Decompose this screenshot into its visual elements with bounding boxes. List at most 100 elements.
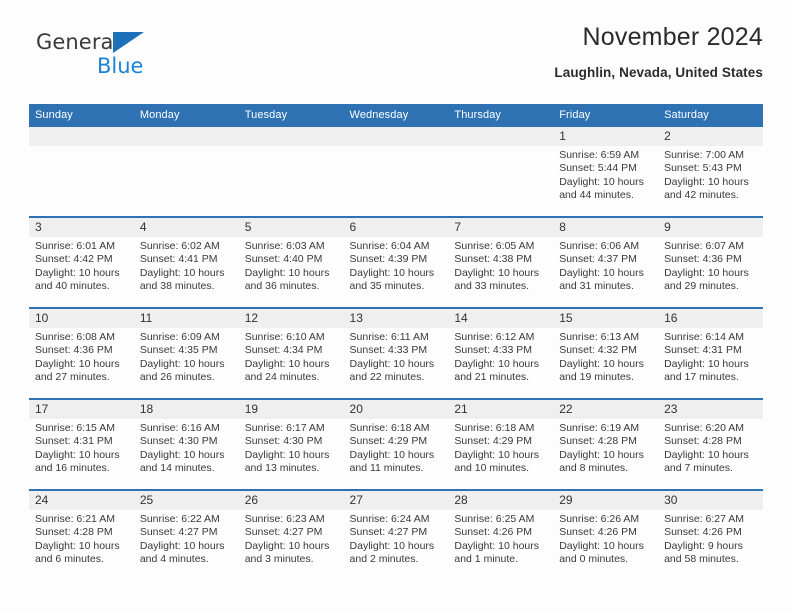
sunrise-text: Sunrise: 6:09 AM (139, 331, 220, 343)
sunrise-text: Sunrise: 6:04 AM (349, 240, 430, 252)
sunrise-text: Sunrise: 6:22 AM (139, 513, 220, 525)
sunset-text: Sunset: 4:26 PM (559, 526, 637, 539)
weekday-header-friday: Friday (553, 104, 659, 127)
calendar-day-cell[interactable]: 11 Sunrise: 6:09 AM Sunset: 4:35 PM Dayligh… (133, 307, 239, 399)
sunset-text: Sunset: 4:36 PM (35, 344, 113, 357)
daylight-text: Daylight: 10 hours and 24 minutes. (244, 357, 330, 384)
calendar-day-cell[interactable]: 28 Sunrise: 6:25 AM Sunset: 4:26 PM Dayligh… (448, 489, 554, 580)
calendar-day-cell[interactable]: 14 Sunrise: 6:12 AM Sunset: 4:33 PM Dayligh… (448, 307, 554, 399)
calendar-day-cell[interactable]: 10 Sunrise: 6:08 AM Sunset: 4:36 PM Dayligh… (29, 307, 134, 399)
sunset-text: Sunset: 4:28 PM (664, 435, 742, 448)
sunset-text: Sunset: 4:37 PM (559, 253, 637, 266)
general-blue-logo[interactable]: General Blue (36, 30, 216, 86)
sunset-text: Sunset: 4:42 PM (35, 253, 113, 266)
day-number: 27 (343, 491, 449, 510)
sunrise-text: Sunrise: 6:05 AM (454, 240, 535, 252)
day-cell-content: 14 Sunrise: 6:12 AM Sunset: 4:33 PM Dayligh… (448, 309, 554, 398)
calendar-day-cell[interactable]: 29 Sunrise: 6:26 AM Sunset: 4:26 PM Dayligh… (553, 489, 659, 580)
calendar-day-cell[interactable]: 5 Sunrise: 6:03 AM Sunset: 4:40 PM Daylight… (238, 216, 344, 308)
day-cell-content: 4 Sunrise: 6:02 AM Sunset: 4:41 PM Daylight… (133, 218, 239, 307)
sunrise-text: Sunrise: 6:19 AM (559, 422, 640, 434)
sun-times: Sunrise: 6:13 AM Sunset: 4:32 PM Daylight:… (553, 328, 658, 385)
calendar-day-cell[interactable]: 25 Sunrise: 6:22 AM Sunset: 4:27 PM Dayligh… (133, 489, 239, 580)
sunrise-text: Sunrise: 6:02 AM (139, 240, 220, 252)
calendar-day-cell[interactable]: 15 Sunrise: 6:13 AM Sunset: 4:32 PM Dayligh… (553, 307, 659, 399)
sunrise-text: Sunrise: 6:14 AM (664, 331, 745, 343)
day-cell-content (343, 127, 449, 216)
calendar-day-cell[interactable]: 13 Sunrise: 6:11 AM Sunset: 4:33 PM Dayligh… (343, 307, 449, 399)
day-cell-content: 12 Sunrise: 6:10 AM Sunset: 4:34 PM Dayligh… (238, 309, 344, 398)
calendar-day-cell[interactable]: 18 Sunrise: 6:16 AM Sunset: 4:30 PM Dayligh… (133, 398, 239, 490)
sunset-text: Sunset: 4:32 PM (559, 344, 637, 357)
sun-times: Sunrise: 6:25 AM Sunset: 4:26 PM Daylight:… (448, 510, 553, 567)
calendar-day-cell[interactable]: 19 Sunrise: 6:17 AM Sunset: 4:30 PM Dayligh… (238, 398, 344, 490)
day-cell-content: 21 Sunrise: 6:18 AM Sunset: 4:29 PM Dayligh… (448, 400, 554, 489)
day-number: 18 (133, 400, 239, 419)
sun-times: Sunrise: 6:21 AM Sunset: 4:28 PM Daylight:… (29, 510, 134, 567)
calendar-header-row: Sunday Monday Tuesday Wednesday Thursday… (29, 104, 763, 127)
day-cell-content: 22 Sunrise: 6:19 AM Sunset: 4:28 PM Dayligh… (553, 400, 659, 489)
day-cell-content: 27 Sunrise: 6:24 AM Sunset: 4:27 PM Dayligh… (343, 491, 449, 580)
calendar-day-cell[interactable]: 8 Sunrise: 6:06 AM Sunset: 4:37 PM Daylight… (553, 216, 659, 308)
calendar-day-cell[interactable]: 12 Sunrise: 6:10 AM Sunset: 4:34 PM Dayligh… (238, 307, 344, 399)
calendar-day-cell[interactable]: 21 Sunrise: 6:18 AM Sunset: 4:29 PM Dayligh… (448, 398, 554, 490)
daylight-text: Daylight: 10 hours and 21 minutes. (454, 357, 540, 384)
calendar-day-cell[interactable]: 4 Sunrise: 6:02 AM Sunset: 4:41 PM Daylight… (133, 216, 239, 308)
day-number: 7 (448, 218, 554, 237)
calendar-day-cell[interactable]: 2 Sunrise: 7:00 AM Sunset: 5:43 PM Daylight… (658, 127, 763, 217)
sun-times: Sunrise: 6:07 AM Sunset: 4:36 PM Daylight:… (658, 237, 763, 294)
calendar-day-cell[interactable]: 26 Sunrise: 6:23 AM Sunset: 4:27 PM Dayligh… (238, 489, 344, 580)
sunset-text: Sunset: 4:35 PM (139, 344, 218, 357)
calendar-day-cell[interactable]: 7 Sunrise: 6:05 AM Sunset: 4:38 PM Daylight… (448, 216, 554, 308)
calendar-day-cell[interactable]: 30 Sunrise: 6:27 AM Sunset: 4:26 PM Dayligh… (658, 489, 763, 580)
sunrise-text: Sunrise: 6:27 AM (664, 513, 745, 525)
sun-times: Sunrise: 6:10 AM Sunset: 4:34 PM Daylight:… (239, 328, 344, 385)
calendar-day-cell[interactable]: 17 Sunrise: 6:15 AM Sunset: 4:31 PM Dayligh… (29, 398, 134, 490)
sunrise-text: Sunrise: 6:21 AM (35, 513, 115, 525)
calendar-day-cell-empty (448, 127, 554, 217)
sunset-text: Sunset: 4:34 PM (244, 344, 323, 357)
sun-times: Sunrise: 6:11 AM Sunset: 4:33 PM Daylight:… (344, 328, 449, 385)
sunset-text: Sunset: 4:30 PM (244, 435, 323, 448)
daylight-text: Daylight: 10 hours and 10 minutes. (454, 448, 540, 475)
calendar-day-cell[interactable]: 9 Sunrise: 6:07 AM Sunset: 4:36 PM Daylight… (658, 216, 763, 308)
day-cell-content: 18 Sunrise: 6:16 AM Sunset: 4:30 PM Dayligh… (133, 400, 239, 489)
calendar-day-cell[interactable]: 24 Sunrise: 6:21 AM Sunset: 4:28 PM Dayligh… (29, 489, 134, 580)
daylight-text: Daylight: 10 hours and 2 minutes. (349, 539, 435, 566)
day-cell-content: 9 Sunrise: 6:07 AM Sunset: 4:36 PM Daylight… (658, 218, 763, 307)
sunrise-text: Sunrise: 6:07 AM (664, 240, 745, 252)
weekday-header-monday: Monday (133, 104, 239, 127)
sunset-text: Sunset: 4:36 PM (664, 253, 742, 266)
calendar-day-cell[interactable]: 20 Sunrise: 6:18 AM Sunset: 4:29 PM Dayligh… (343, 398, 449, 490)
sun-times: Sunrise: 6:04 AM Sunset: 4:39 PM Daylight:… (344, 237, 449, 294)
day-cell-content: 26 Sunrise: 6:23 AM Sunset: 4:27 PM Dayligh… (238, 491, 344, 580)
daylight-text: Daylight: 10 hours and 22 minutes. (349, 357, 435, 384)
calendar-day-cell[interactable]: 6 Sunrise: 6:04 AM Sunset: 4:39 PM Daylight… (343, 216, 449, 308)
day-cell-content: 28 Sunrise: 6:25 AM Sunset: 4:26 PM Dayligh… (448, 491, 554, 580)
calendar-day-cell-empty (343, 127, 449, 217)
calendar-day-cell[interactable]: 27 Sunrise: 6:24 AM Sunset: 4:27 PM Dayligh… (343, 489, 449, 580)
calendar-day-cell[interactable]: 22 Sunrise: 6:19 AM Sunset: 4:28 PM Dayligh… (553, 398, 659, 490)
day-cell-content: 11 Sunrise: 6:09 AM Sunset: 4:35 PM Dayligh… (133, 309, 239, 398)
day-number: 15 (553, 309, 659, 328)
weekday-header-thursday: Thursday (448, 104, 554, 127)
day-number (238, 127, 344, 146)
daylight-text: Daylight: 10 hours and 8 minutes. (559, 448, 644, 475)
day-cell-content: 2 Sunrise: 7:00 AM Sunset: 5:43 PM Daylight… (658, 127, 763, 216)
calendar-day-cell[interactable]: 16 Sunrise: 6:14 AM Sunset: 4:31 PM Dayligh… (658, 307, 763, 399)
calendar-day-cell[interactable]: 3 Sunrise: 6:01 AM Sunset: 4:42 PM Daylight… (29, 216, 134, 308)
daylight-text: Daylight: 10 hours and 35 minutes. (349, 266, 435, 293)
day-number: 30 (658, 491, 763, 510)
logo-word-blue: Blue (97, 54, 144, 78)
calendar-day-cell[interactable]: 1 Sunrise: 6:59 AM Sunset: 5:44 PM Daylight… (553, 127, 659, 217)
sun-times: Sunrise: 6:18 AM Sunset: 4:29 PM Daylight:… (344, 419, 449, 476)
calendar-day-cell[interactable]: 23 Sunrise: 6:20 AM Sunset: 4:28 PM Dayligh… (658, 398, 763, 490)
sun-times: Sunrise: 6:14 AM Sunset: 4:31 PM Daylight:… (658, 328, 763, 385)
sunset-text: Sunset: 4:27 PM (244, 526, 323, 539)
daylight-text: Daylight: 10 hours and 38 minutes. (139, 266, 225, 293)
sunrise-text: Sunrise: 6:12 AM (454, 331, 535, 343)
day-number: 22 (553, 400, 659, 419)
sunset-text: Sunset: 4:29 PM (454, 435, 533, 448)
sunrise-text: Sunrise: 6:10 AM (244, 331, 325, 343)
sunrise-text: Sunrise: 6:23 AM (244, 513, 325, 525)
